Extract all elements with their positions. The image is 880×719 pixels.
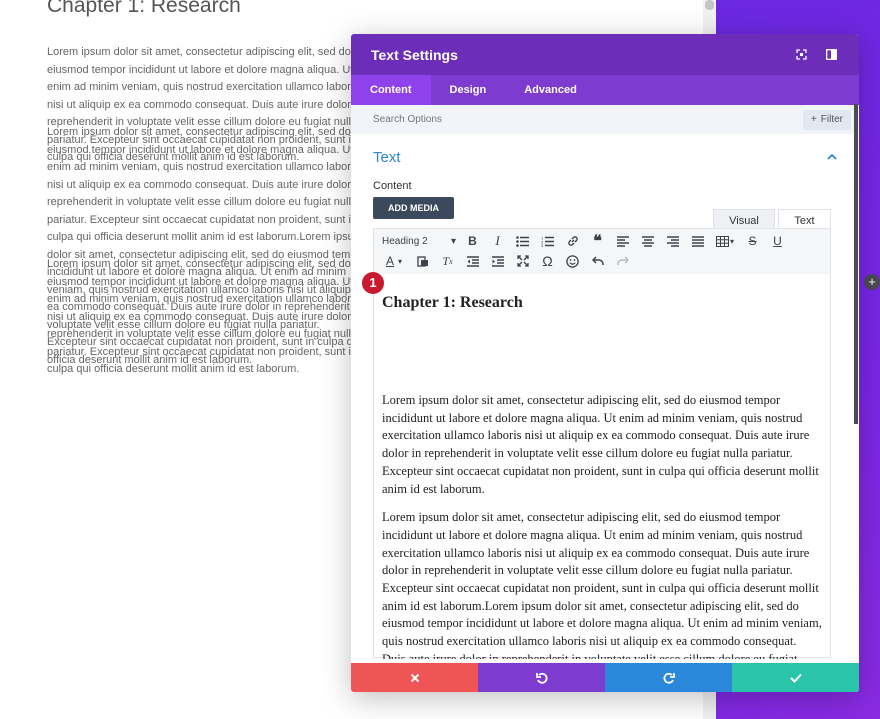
paste-as-text-icon[interactable] bbox=[410, 251, 435, 271]
special-character-icon[interactable]: Ω bbox=[535, 251, 560, 271]
align-center-icon[interactable] bbox=[635, 231, 660, 251]
bold-icon[interactable]: B bbox=[460, 231, 485, 251]
format-select[interactable]: Heading 2 ▾ bbox=[378, 231, 460, 251]
editor-content-area[interactable]: Chapter 1: Research Lorem ipsum dolor si… bbox=[374, 274, 830, 659]
search-options-input[interactable] bbox=[373, 114, 803, 125]
fullscreen-icon[interactable] bbox=[793, 47, 809, 63]
step-number-badge: 1 bbox=[362, 272, 384, 294]
align-left-icon[interactable] bbox=[610, 231, 635, 251]
search-row: + Filter bbox=[351, 105, 859, 134]
editor-heading: Chapter 1: Research bbox=[382, 294, 523, 311]
indent-icon[interactable] bbox=[485, 251, 510, 271]
modal-title: Text Settings bbox=[371, 46, 458, 63]
text-section-header[interactable]: Text bbox=[351, 134, 859, 180]
redo-icon[interactable] bbox=[610, 251, 635, 271]
filter-label: Filter bbox=[820, 114, 843, 125]
bullet-list-icon[interactable] bbox=[510, 231, 535, 251]
align-right-icon[interactable] bbox=[660, 231, 685, 251]
text-settings-modal: Text Settings Content Design Advanced + … bbox=[351, 34, 859, 692]
editor-paragraph-1: Lorem ipsum dolor sit amet, consectetur … bbox=[382, 393, 819, 496]
add-module-icon[interactable]: + bbox=[864, 274, 880, 290]
save-button[interactable] bbox=[732, 663, 859, 692]
modal-tabs: Content Design Advanced bbox=[351, 75, 859, 105]
tab-content[interactable]: Content bbox=[351, 75, 431, 105]
svg-text:3: 3 bbox=[541, 243, 544, 247]
emoji-icon[interactable] bbox=[560, 251, 585, 271]
rich-text-editor: Heading 2 ▾ B I 123 ❝ ▾ S U A ▾ T x Ω Ch… bbox=[373, 228, 831, 659]
blockquote-icon[interactable]: ❝ bbox=[585, 231, 610, 251]
content-field-label: Content bbox=[373, 180, 412, 192]
undo-icon[interactable] bbox=[585, 251, 610, 271]
link-icon[interactable] bbox=[560, 231, 585, 251]
numbered-list-icon[interactable]: 123 bbox=[535, 231, 560, 251]
format-select-value: Heading 2 bbox=[382, 235, 428, 247]
page-scrollbar-thumb[interactable] bbox=[705, 0, 714, 10]
discard-button[interactable] bbox=[351, 663, 478, 692]
strikethrough-icon[interactable]: S bbox=[740, 231, 765, 251]
add-media-button[interactable]: ADD MEDIA bbox=[373, 197, 454, 219]
tab-advanced[interactable]: Advanced bbox=[505, 75, 596, 105]
table-icon[interactable]: ▾ bbox=[710, 231, 740, 251]
redo-button[interactable] bbox=[605, 663, 732, 692]
modal-header: Text Settings bbox=[351, 34, 859, 75]
media-row: ADD MEDIA Visual Text bbox=[351, 192, 859, 231]
underline-icon[interactable]: U bbox=[765, 231, 790, 251]
caret-down-icon: ▾ bbox=[450, 235, 456, 247]
italic-icon[interactable]: I bbox=[485, 231, 510, 251]
modal-scrollbar[interactable] bbox=[854, 104, 858, 424]
chevron-up-icon[interactable] bbox=[827, 151, 837, 163]
section-title: Text bbox=[373, 148, 401, 166]
clear-formatting-icon[interactable]: Tx bbox=[435, 251, 460, 271]
text-color-icon[interactable]: A ▾ bbox=[378, 251, 410, 271]
fullscreen-editor-icon[interactable] bbox=[510, 251, 535, 271]
editor-empty-space bbox=[382, 314, 822, 392]
modal-footer bbox=[351, 663, 859, 692]
filter-button[interactable]: + Filter bbox=[802, 109, 851, 130]
align-justify-icon[interactable] bbox=[685, 231, 710, 251]
page-paragraph-3: Lorem ipsum dolor sit amet, consectetur … bbox=[47, 258, 363, 375]
undo-button[interactable] bbox=[478, 663, 605, 692]
editor-toolbar: Heading 2 ▾ B I 123 ❝ ▾ S U A ▾ T x Ω bbox=[374, 229, 830, 274]
plus-icon: + bbox=[810, 114, 817, 125]
tab-design[interactable]: Design bbox=[431, 75, 506, 105]
outdent-icon[interactable] bbox=[460, 251, 485, 271]
editor-paragraph-2: Lorem ipsum dolor sit amet, consectetur … bbox=[382, 510, 822, 659]
sidebar-toggle-icon[interactable] bbox=[823, 47, 839, 63]
page-title: Chapter 1: Research bbox=[47, 0, 241, 17]
